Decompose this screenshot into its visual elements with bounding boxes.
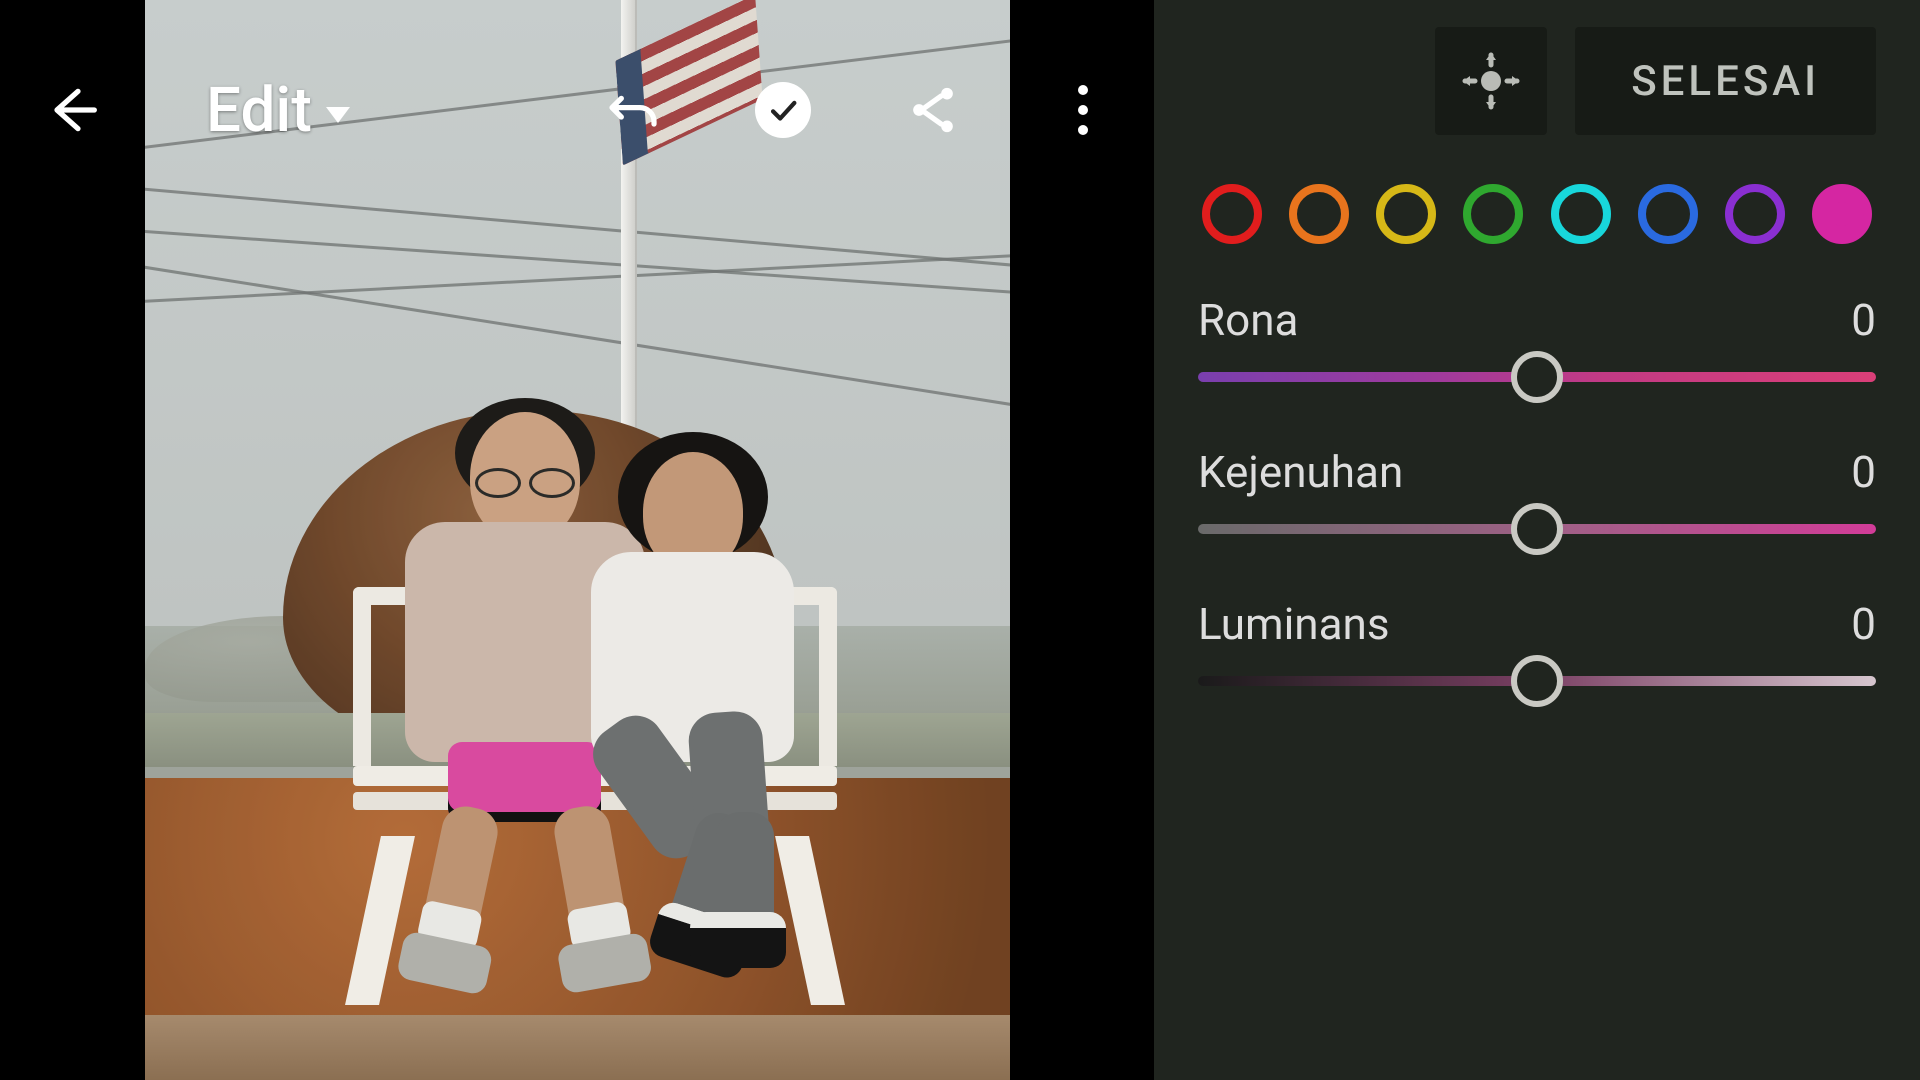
back-button[interactable] [26, 65, 116, 155]
slider-thumb[interactable] [1511, 655, 1563, 707]
mode-dropdown[interactable]: Edit [206, 74, 350, 147]
color-swatch-aqua[interactable] [1551, 184, 1611, 244]
done-button[interactable]: SELESAI [1575, 27, 1876, 135]
color-mix-panel: SELESAI Rona 0 Kejenuhan 0 [1154, 0, 1920, 1080]
slider-thumb[interactable] [1511, 503, 1563, 555]
color-swatch-row [1202, 184, 1872, 244]
confirm-button[interactable] [738, 65, 828, 155]
targeted-adjust-button[interactable] [1435, 27, 1547, 135]
slider-track-kejenuhan[interactable] [1198, 524, 1876, 534]
color-swatch-red[interactable] [1202, 184, 1262, 244]
slider-rona: Rona 0 [1198, 294, 1876, 382]
color-swatch-magenta[interactable] [1812, 184, 1872, 244]
slider-kejenuhan: Kejenuhan 0 [1198, 446, 1876, 534]
top-toolbar: Edit [0, 50, 1154, 170]
slider-thumb[interactable] [1511, 351, 1563, 403]
check-circle-icon [755, 82, 811, 138]
color-swatch-blue[interactable] [1638, 184, 1698, 244]
color-swatch-purple[interactable] [1725, 184, 1785, 244]
kebab-dot-icon [1078, 125, 1088, 135]
done-label: SELESAI [1631, 57, 1820, 106]
preview-pane: Edit [0, 0, 1154, 1080]
more-menu-button[interactable] [1038, 65, 1128, 155]
share-button[interactable] [888, 65, 978, 155]
color-swatch-green[interactable] [1463, 184, 1523, 244]
chevron-down-icon [326, 107, 350, 123]
slider-value: 0 [1851, 294, 1876, 346]
slider-label: Rona [1198, 294, 1298, 346]
kebab-dot-icon [1078, 85, 1088, 95]
move-target-icon [1459, 49, 1523, 113]
slider-value: 0 [1851, 446, 1876, 498]
slider-track-luminans[interactable] [1198, 676, 1876, 686]
undo-button[interactable] [588, 65, 678, 155]
slider-label: Kejenuhan [1198, 446, 1403, 498]
slider-label: Luminans [1198, 598, 1390, 650]
slider-value: 0 [1851, 598, 1876, 650]
mode-label: Edit [206, 74, 312, 147]
kebab-dot-icon [1078, 105, 1088, 115]
color-swatch-yellow[interactable] [1376, 184, 1436, 244]
slider-luminans: Luminans 0 [1198, 598, 1876, 686]
color-swatch-orange[interactable] [1289, 184, 1349, 244]
slider-track-rona[interactable] [1198, 372, 1876, 382]
